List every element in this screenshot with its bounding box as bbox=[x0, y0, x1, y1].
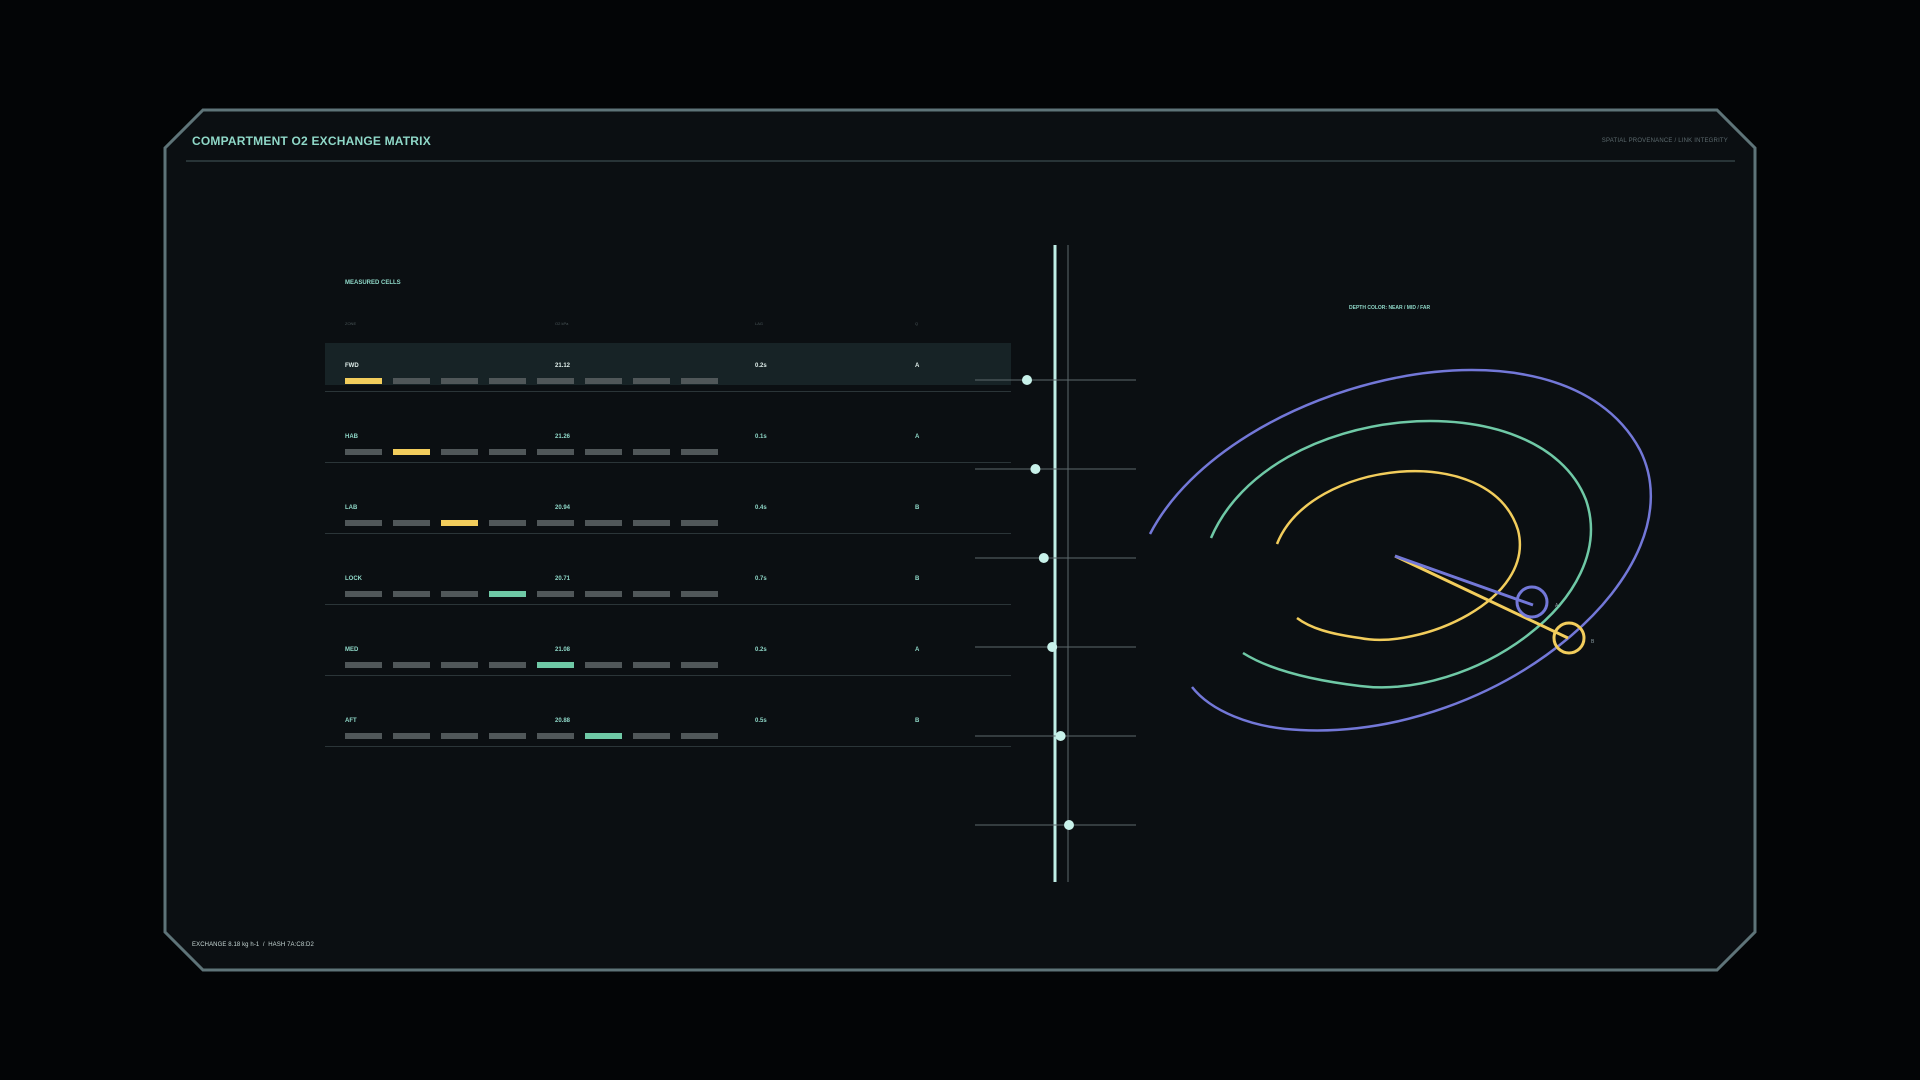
row-segment bbox=[489, 378, 526, 384]
row-segment bbox=[345, 520, 382, 526]
row-lag-value: 0.7s bbox=[755, 576, 767, 582]
column-header-value: O2 kPa bbox=[555, 321, 569, 326]
row-segment bbox=[681, 591, 718, 597]
row-segment bbox=[681, 662, 718, 668]
row-segment bbox=[345, 733, 382, 739]
row-divider bbox=[325, 746, 1011, 747]
footer-status: EXCHANGE 8.18 kg h-1 / HASH 7A:C8:D2 bbox=[192, 942, 314, 948]
depth-legend: DEPTH COLOR: NEAR / MID / FAR bbox=[1349, 305, 1431, 311]
row-segment bbox=[441, 591, 478, 597]
column-header-grade: Q bbox=[915, 321, 919, 326]
row-segment bbox=[585, 449, 622, 455]
row-segment bbox=[489, 520, 526, 526]
row-segment bbox=[537, 591, 574, 597]
row-o2-value: 21.26 bbox=[555, 434, 571, 440]
row-zone-label: FWD bbox=[345, 363, 359, 369]
panel-frame bbox=[163, 108, 1757, 972]
row-grade-value: B bbox=[915, 718, 920, 724]
row-o2-value: 21.12 bbox=[555, 363, 571, 369]
row-segment bbox=[633, 378, 670, 384]
compartment-panel: COMPARTMENT O2 EXCHANGE MATRIX SPATIAL P… bbox=[0, 0, 1920, 1080]
row-segment bbox=[585, 591, 622, 597]
row-segment bbox=[537, 733, 574, 739]
row-grade-value: A bbox=[915, 434, 920, 440]
row-lag-value: 0.4s bbox=[755, 505, 767, 511]
row-segment bbox=[345, 591, 382, 597]
row-segment bbox=[633, 662, 670, 668]
row-divider bbox=[325, 391, 1011, 392]
row-zone-label: LOCK bbox=[345, 576, 362, 582]
row-o2-value: 20.71 bbox=[555, 576, 571, 582]
row-segment bbox=[633, 591, 670, 597]
row-segment bbox=[537, 520, 574, 526]
cells-heading: MEASURED CELLS bbox=[345, 280, 401, 286]
row-segment bbox=[393, 591, 430, 597]
row-segment bbox=[681, 733, 718, 739]
row-segment bbox=[441, 662, 478, 668]
row-segment bbox=[393, 449, 430, 455]
row-segment bbox=[489, 733, 526, 739]
row-segment bbox=[393, 733, 430, 739]
page-title: COMPARTMENT O2 EXCHANGE MATRIX bbox=[192, 134, 431, 148]
row-segment bbox=[633, 733, 670, 739]
row-divider bbox=[325, 462, 1011, 463]
row-segment bbox=[537, 449, 574, 455]
row-segment bbox=[441, 520, 478, 526]
row-o2-value: 20.94 bbox=[555, 505, 571, 511]
row-grade-value: B bbox=[915, 576, 920, 582]
row-zone-label: HAB bbox=[345, 434, 358, 440]
row-divider bbox=[325, 533, 1011, 534]
row-lag-value: 0.2s bbox=[755, 647, 767, 653]
row-segment bbox=[537, 662, 574, 668]
row-segment bbox=[345, 378, 382, 384]
panel-border bbox=[163, 108, 1757, 972]
column-header-zone: ZONE bbox=[345, 321, 357, 326]
row-segment bbox=[489, 449, 526, 455]
row-divider bbox=[325, 675, 1011, 676]
row-segment bbox=[393, 662, 430, 668]
row-zone-label: LAB bbox=[345, 505, 358, 511]
row-segment bbox=[441, 733, 478, 739]
row-segment bbox=[489, 591, 526, 597]
row-segment bbox=[393, 378, 430, 384]
row-segment bbox=[681, 449, 718, 455]
row-segment bbox=[345, 449, 382, 455]
row-o2-value: 20.88 bbox=[555, 718, 571, 724]
row-segment bbox=[537, 378, 574, 384]
row-segment bbox=[585, 378, 622, 384]
row-divider bbox=[325, 604, 1011, 605]
row-segment bbox=[585, 520, 622, 526]
row-segment bbox=[633, 449, 670, 455]
row-grade-value: A bbox=[915, 647, 920, 653]
row-segment bbox=[441, 449, 478, 455]
row-segment bbox=[585, 662, 622, 668]
header-meta: SPATIAL PROVENANCE / LINK INTEGRITY bbox=[1601, 138, 1728, 144]
row-segment bbox=[681, 520, 718, 526]
row-segment bbox=[345, 662, 382, 668]
row-segment bbox=[633, 520, 670, 526]
column-header-lag: LAG bbox=[755, 321, 764, 326]
row-lag-value: 0.5s bbox=[755, 718, 767, 724]
row-lag-value: 0.2s bbox=[755, 363, 767, 369]
row-zone-label: AFT bbox=[345, 718, 357, 724]
row-lag-value: 0.1s bbox=[755, 434, 767, 440]
row-segment bbox=[585, 733, 622, 739]
row-grade-value: A bbox=[915, 363, 920, 369]
footer-hash: HASH 7A:C8:D2 bbox=[268, 942, 314, 948]
footer-exchange: EXCHANGE 8.18 kg h-1 bbox=[192, 942, 260, 948]
row-segment bbox=[393, 520, 430, 526]
row-segment bbox=[489, 662, 526, 668]
row-o2-value: 21.08 bbox=[555, 647, 571, 653]
row-grade-value: B bbox=[915, 505, 920, 511]
row-segment bbox=[441, 378, 478, 384]
row-segment bbox=[681, 378, 718, 384]
row-zone-label: MED bbox=[345, 647, 359, 653]
